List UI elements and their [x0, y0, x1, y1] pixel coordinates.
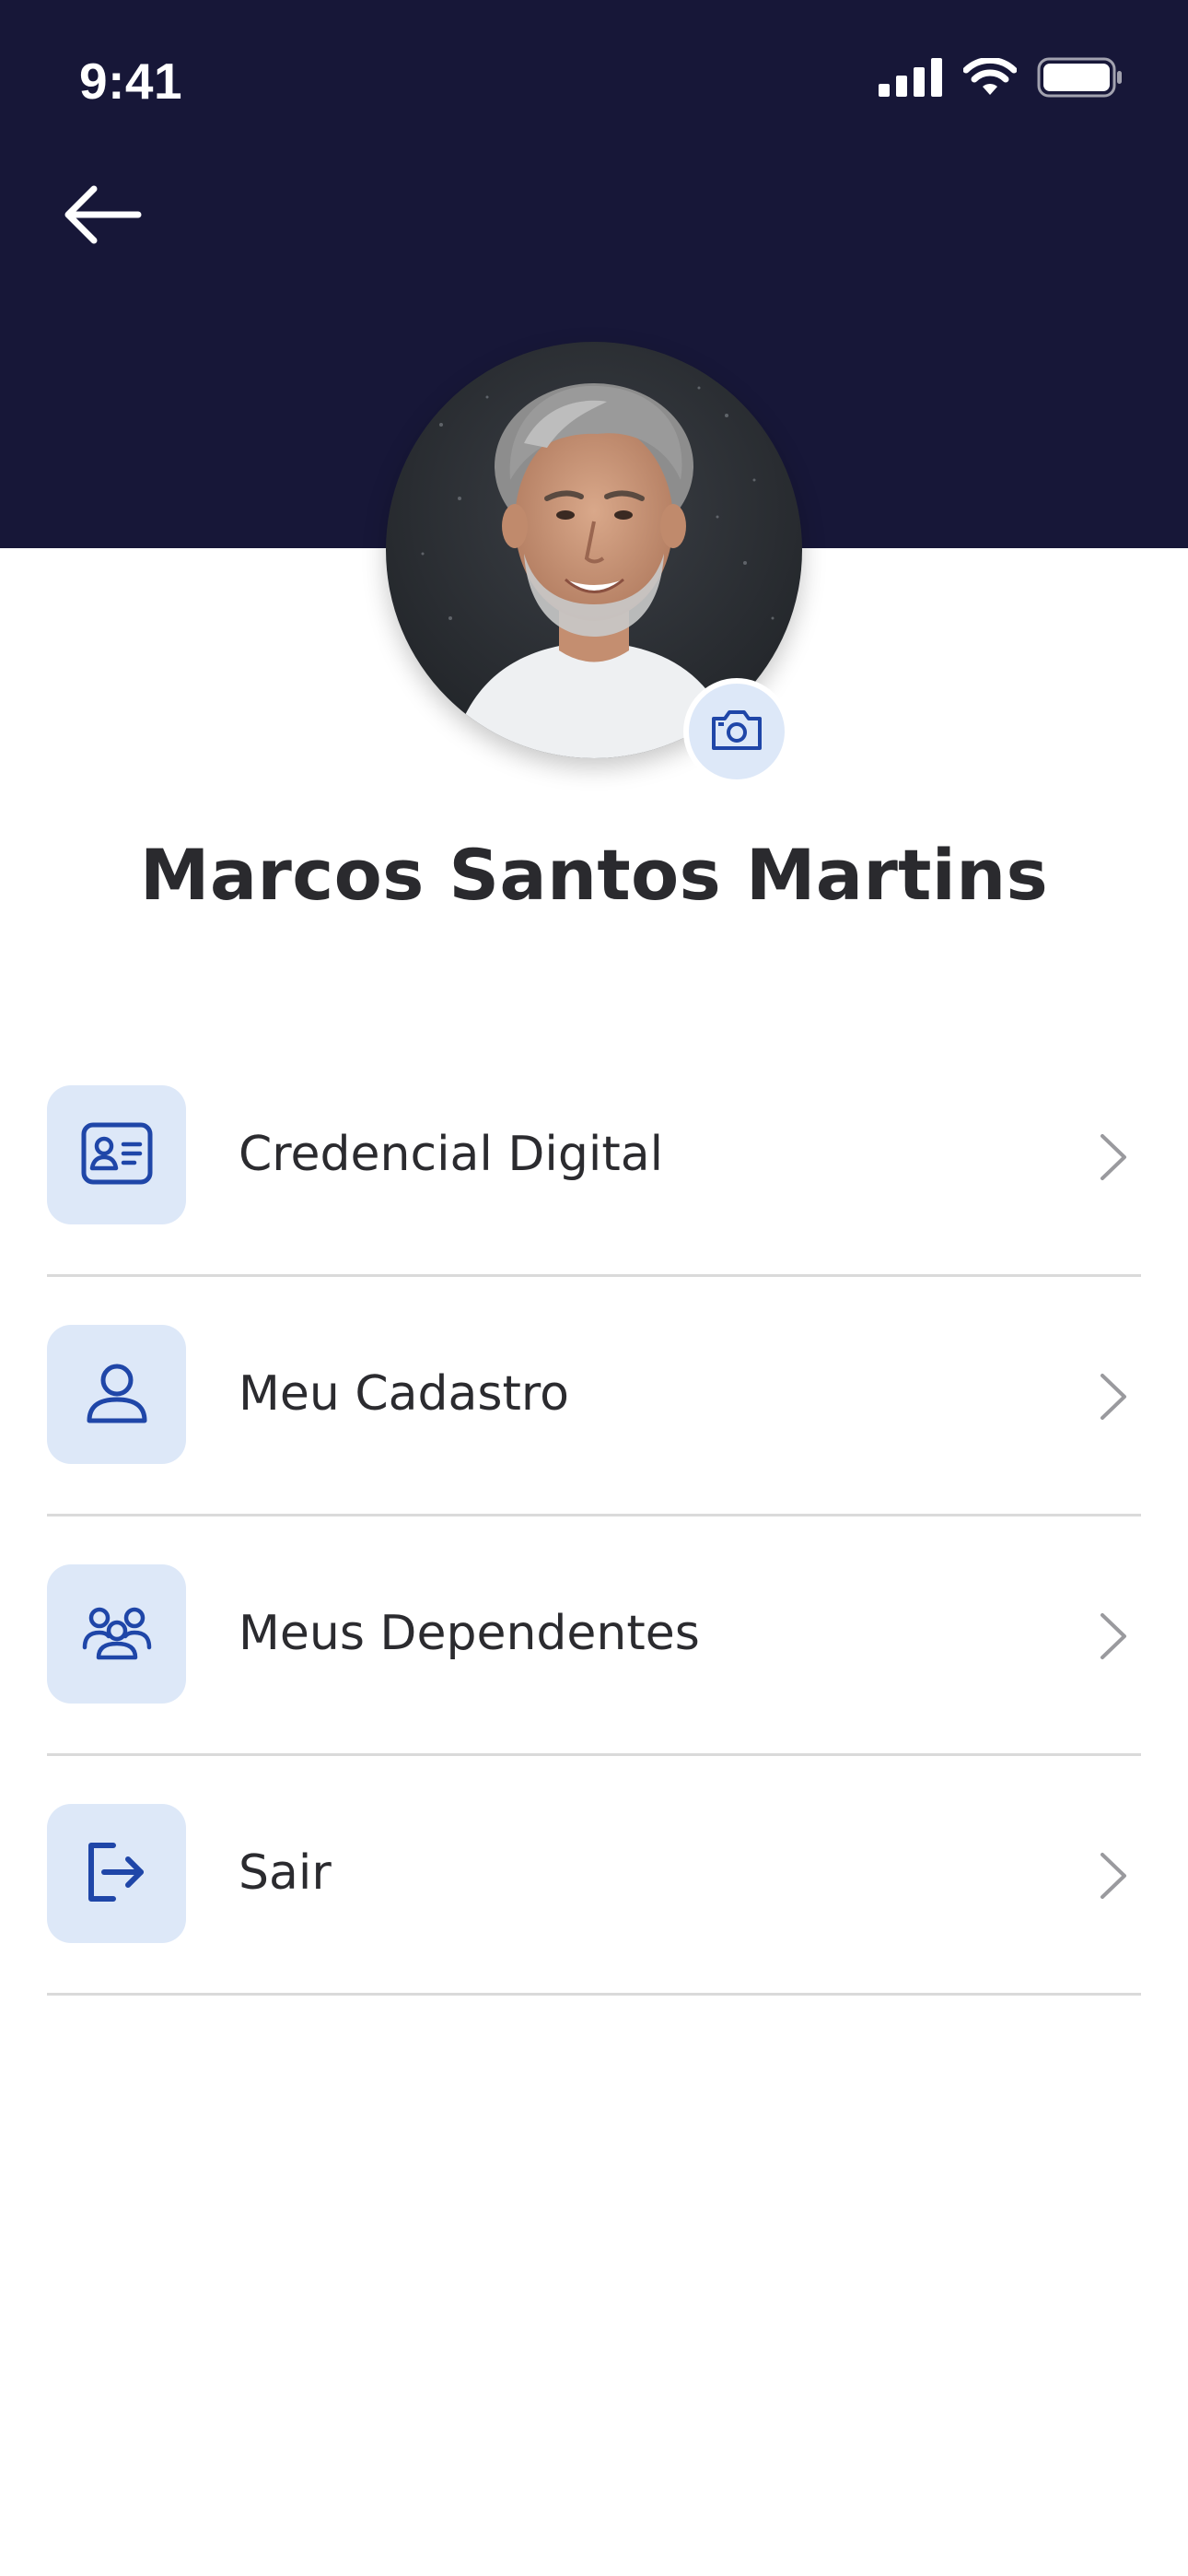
- chevron-right-icon: [1091, 1130, 1136, 1185]
- menu-item-label: Meus Dependentes: [239, 1606, 700, 1661]
- menu-item-label: Meu Cadastro: [239, 1366, 569, 1422]
- status-time: 9:41: [79, 53, 183, 110]
- user-icon: [85, 1361, 149, 1429]
- menu-icon-box: [47, 1804, 186, 1943]
- change-photo-button[interactable]: [683, 678, 790, 785]
- camera-icon: [710, 708, 763, 755]
- wifi-icon: [962, 56, 1018, 100]
- id-card-icon: [81, 1122, 153, 1188]
- status-bar: 9:41: [0, 0, 1188, 166]
- menu-item-meu-cadastro[interactable]: Meu Cadastro: [47, 1277, 1141, 1516]
- menu-icon-box: [47, 1085, 186, 1224]
- chevron-right-icon: [1091, 1848, 1136, 1903]
- menu-item-meus-dependentes[interactable]: Meus Dependentes: [47, 1516, 1141, 1756]
- profile-menu: Credencial Digital Meu Cadastro Meus Dep…: [47, 1037, 1141, 1996]
- menu-icon-box: [47, 1564, 186, 1704]
- menu-icon-box: [47, 1325, 186, 1464]
- arrow-left-icon: [61, 182, 144, 251]
- logout-icon: [86, 1842, 148, 1906]
- menu-item-credencial-digital[interactable]: Credencial Digital: [47, 1037, 1141, 1277]
- status-icons: [879, 56, 1124, 101]
- chevron-right-icon: [1091, 1369, 1136, 1424]
- user-name: Marcos Santos Martins: [139, 834, 1049, 916]
- cellular-signal-icon: [879, 58, 943, 100]
- battery-icon: [1037, 57, 1124, 101]
- avatar-container: [386, 342, 802, 785]
- menu-item-label: Sair: [239, 1845, 332, 1901]
- chevron-right-icon: [1091, 1609, 1136, 1664]
- back-button[interactable]: [52, 175, 153, 258]
- menu-item-label: Credencial Digital: [239, 1127, 664, 1182]
- menu-item-sair[interactable]: Sair: [47, 1756, 1141, 1996]
- users-group-icon: [82, 1605, 152, 1664]
